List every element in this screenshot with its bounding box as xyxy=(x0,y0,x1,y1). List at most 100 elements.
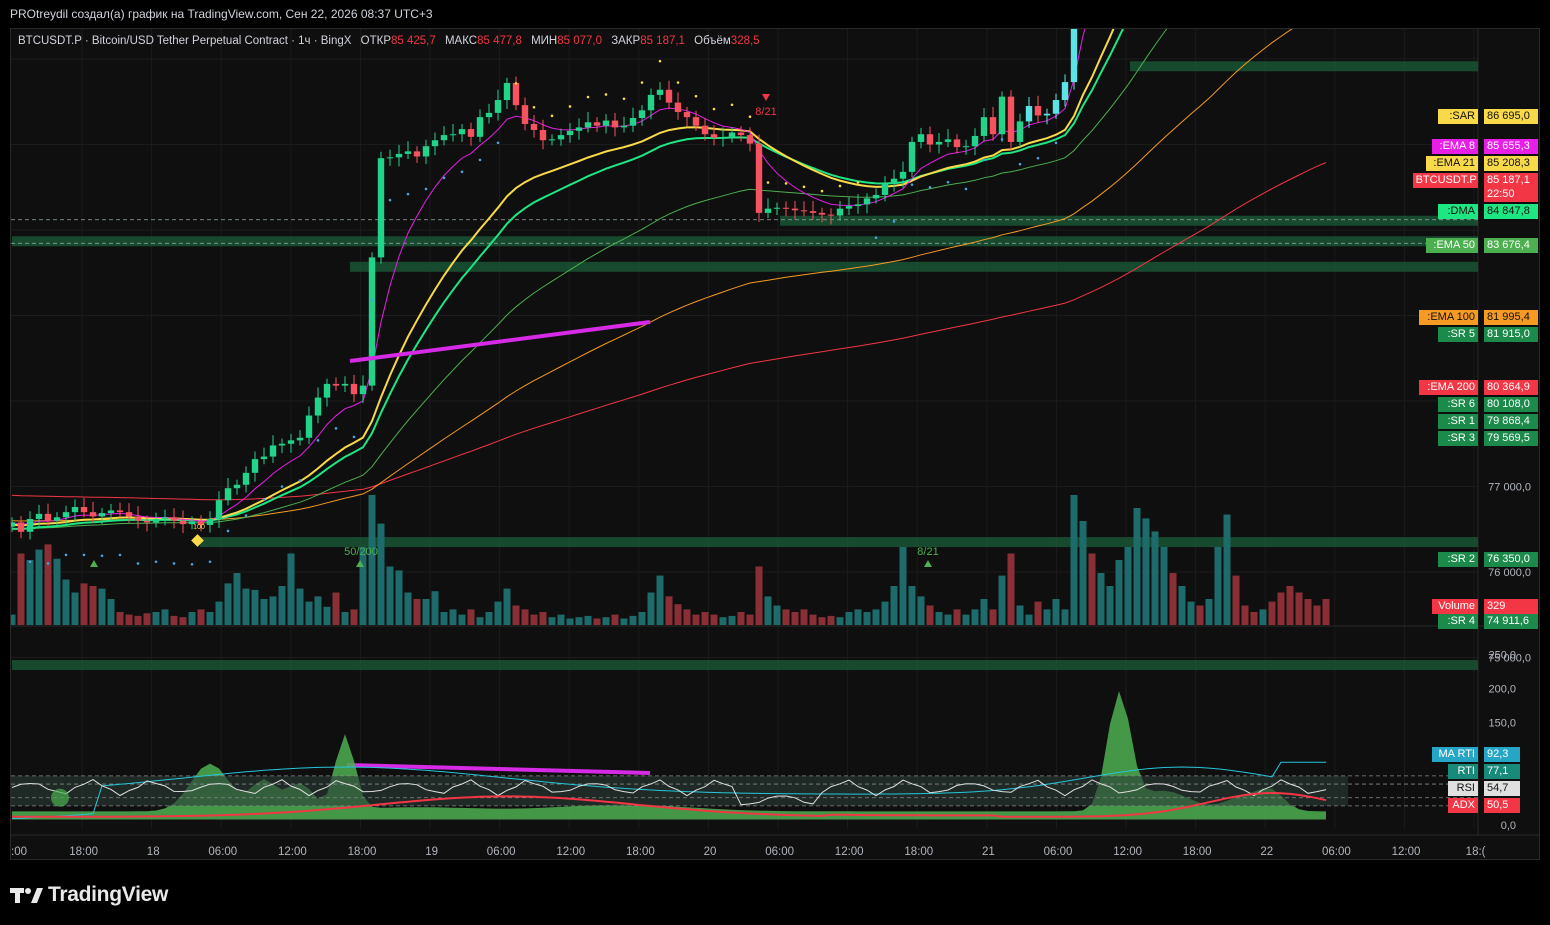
price-tag-name: :SR 1 xyxy=(1438,414,1478,429)
volume-bar xyxy=(134,615,142,625)
price-tag-name: :SAR xyxy=(1438,109,1478,124)
volume-bar xyxy=(926,605,934,625)
volume-bar xyxy=(170,615,178,625)
tradingview-logo-icon xyxy=(10,888,43,903)
candle-body xyxy=(962,146,970,148)
volume-bar xyxy=(827,615,835,625)
price-tag-name: :SR 6 xyxy=(1438,397,1478,412)
candle-body xyxy=(1007,96,1015,142)
volume-bar xyxy=(44,544,52,625)
volume-bar xyxy=(989,609,997,625)
candle-body xyxy=(593,122,601,126)
candle-body xyxy=(989,117,997,135)
volume-bar xyxy=(269,596,277,625)
volume-bar xyxy=(854,609,862,625)
volume-bar xyxy=(1043,609,1051,625)
sar-dot xyxy=(424,187,428,191)
volume-bar xyxy=(80,583,88,625)
volume-bar xyxy=(35,549,43,625)
volume-bar xyxy=(62,579,70,625)
candle-body xyxy=(710,134,718,138)
candle-body xyxy=(494,100,502,113)
signal-annotation: 50/200 xyxy=(344,546,378,558)
legend-low-label: МИН xyxy=(531,35,558,47)
candle-body xyxy=(485,112,493,118)
volume-bar xyxy=(521,609,529,625)
candle-body xyxy=(440,135,448,141)
volume-bar xyxy=(1196,605,1204,625)
volume-bar xyxy=(665,596,673,625)
price-tag-value: 85 187,1 xyxy=(1484,173,1538,188)
signal-blob xyxy=(51,788,69,807)
volume-bar xyxy=(305,601,313,625)
candle-body xyxy=(836,208,844,216)
price-tag-value: 79 569,5 xyxy=(1484,431,1538,446)
candle-body xyxy=(251,459,259,473)
volume-bar xyxy=(1178,586,1186,625)
sar-dot xyxy=(838,184,842,188)
volume-bar xyxy=(467,609,475,625)
volume-bar xyxy=(503,588,511,625)
tradingview-brand[interactable]: TradingView xyxy=(10,882,168,908)
sar-dot xyxy=(802,185,806,189)
volume-bar xyxy=(458,614,466,625)
volume-bar xyxy=(917,596,925,625)
candle-body xyxy=(944,139,952,142)
volume-bar xyxy=(197,609,205,625)
time-tick: 18:00 xyxy=(904,846,933,858)
candle-body xyxy=(134,516,142,521)
volume-bar xyxy=(1142,518,1150,625)
sar-dot xyxy=(622,97,626,101)
candle-body xyxy=(35,513,43,519)
candle xyxy=(368,252,376,391)
volume-bar xyxy=(1259,609,1267,625)
sar-dot xyxy=(226,529,230,533)
time-tick: 18:00 xyxy=(348,846,377,858)
volume-bar xyxy=(908,586,916,625)
candle-body xyxy=(287,440,295,444)
candle-body xyxy=(71,507,79,513)
candle-body xyxy=(1070,29,1078,83)
candle-body xyxy=(215,500,223,519)
candle-body xyxy=(98,513,106,517)
volume-bar xyxy=(224,583,232,625)
volume-bar xyxy=(1007,553,1015,625)
price-tag-name: :EMA 100 xyxy=(1419,310,1478,325)
signal-annotation: 8/21 xyxy=(917,546,938,558)
candle-body xyxy=(980,117,988,136)
volume-bar xyxy=(26,560,34,625)
sar-dot xyxy=(244,514,248,517)
candle-body xyxy=(665,89,673,103)
sar-dot xyxy=(784,182,788,185)
time-tick: 22 xyxy=(1260,846,1273,858)
sar-dot xyxy=(64,553,68,557)
candle-body xyxy=(1034,106,1042,116)
chart-frame[interactable]: 8/2150/2008/2110088 000,087 000,084 000,… xyxy=(10,28,1540,860)
candle xyxy=(908,136,916,177)
sar-dot xyxy=(352,435,356,439)
time-tick: 06:00 xyxy=(208,846,237,858)
candle-body xyxy=(683,112,691,118)
volume-bar xyxy=(1034,601,1042,625)
indicator-tag-value: 50,5 xyxy=(1484,798,1520,813)
sar-dot xyxy=(262,498,266,501)
volume-bar xyxy=(332,592,340,625)
candle-body xyxy=(827,214,835,216)
volume-bar xyxy=(1088,553,1096,625)
candle-body xyxy=(620,125,628,128)
indicator-tag-name: RTI xyxy=(1448,764,1478,779)
symbol-title[interactable]: BTCUSDT.P · Bitcoin/USD Tether Perpetual… xyxy=(18,35,351,47)
candle-body xyxy=(1025,106,1033,122)
candle-body xyxy=(1061,82,1069,101)
legend-open-label: ОТКР xyxy=(360,35,391,47)
volume-bar xyxy=(1214,547,1222,625)
volume-bar xyxy=(89,586,97,625)
candle-body xyxy=(1043,113,1051,116)
legend-volume-value: 328,5 xyxy=(730,35,760,47)
sar-dot xyxy=(910,183,914,186)
candle xyxy=(1070,29,1078,90)
price-tag-name: :EMA 50 xyxy=(1425,238,1478,253)
candle-body xyxy=(431,140,439,147)
sar-dot xyxy=(586,95,590,99)
chart-canvas[interactable]: 8/2150/2008/2110088 000,087 000,084 000,… xyxy=(11,29,1539,859)
